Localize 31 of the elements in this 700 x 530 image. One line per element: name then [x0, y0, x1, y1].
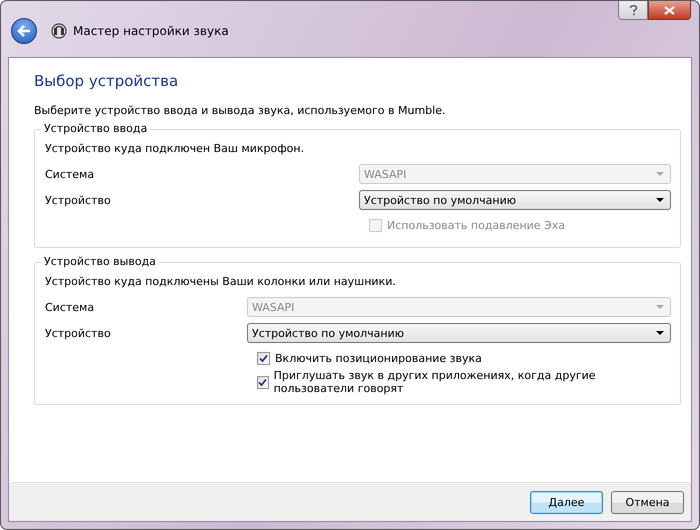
close-icon [664, 6, 675, 14]
dropdown[interactable]: Устройство по умолчанию [359, 190, 671, 210]
dropdown-arrow-icon [656, 198, 664, 202]
page-heading: Выбор устройства [34, 72, 180, 90]
intro-text: Выберите устройство ввода и вывода звука, используемого в Mumble. [34, 104, 446, 117]
headset-icon [51, 23, 67, 39]
dropdown[interactable]: Устройство по умолчанию [247, 323, 671, 343]
checkbox[interactable] [257, 352, 270, 364]
checkbox-label: Приглушать звук в других приложениях, когда другие пользователи говорят [274, 369, 597, 395]
field-label: Система [45, 300, 96, 314]
field-label: Система [45, 168, 96, 180]
field-label: Устройство [45, 326, 112, 340]
dropdown-arrow-icon [656, 172, 664, 176]
checkbox-label: Включить позиционирование звука [275, 352, 482, 364]
dropdown-arrow-icon [656, 331, 664, 335]
group-title: Устройство ввода [41, 122, 150, 135]
back-button[interactable] [11, 18, 37, 44]
group-title: Устройство вывода [41, 255, 159, 268]
group-description: Устройство куда подключен Ваш микрофон. [45, 142, 306, 155]
cancel-button[interactable]: Отмена [611, 490, 684, 514]
checkbox[interactable] [257, 376, 269, 388]
group-description: Устройство куда подключены Ваши колонки или наушники. [45, 275, 397, 288]
next-button[interactable]: Далее [530, 490, 603, 514]
help-button[interactable] [618, 1, 648, 20]
help-icon [628, 4, 638, 16]
dropdown-arrow-icon [656, 305, 664, 309]
close-button[interactable] [648, 1, 691, 20]
field-label: Устройство [45, 194, 112, 206]
back-arrow-icon [17, 25, 31, 37]
window-title: Мастер настройки звука [73, 24, 229, 38]
checkbox-label: Использовать подавление Эха [387, 218, 565, 232]
